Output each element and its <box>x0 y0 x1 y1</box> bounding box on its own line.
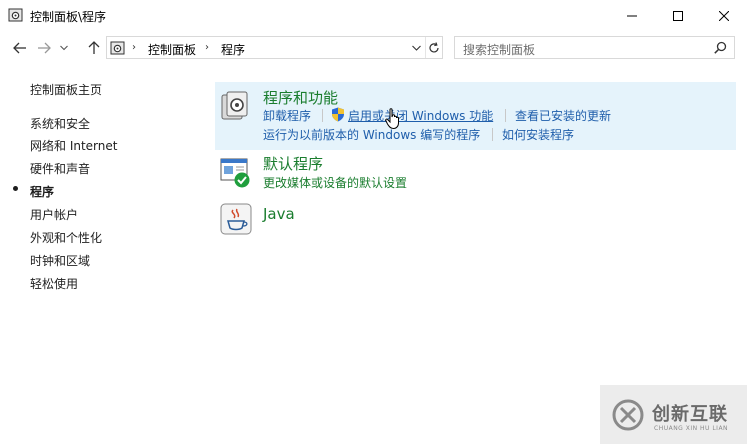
link-compatibility-program[interactable]: 运行为以前版本的 Windows 编写的程序 <box>263 126 480 143</box>
breadcrumb-separator-icon[interactable]: › <box>205 42 209 53</box>
brand-logo-icon <box>612 399 644 431</box>
control-panel-programs-icon <box>8 8 23 22</box>
sidebar-item-user-accounts[interactable]: 用户帐户 <box>30 206 78 223</box>
breadcrumb-control-panel[interactable]: 控制面板 <box>148 41 196 58</box>
back-button[interactable] <box>9 38 31 58</box>
sidebar-item-appearance[interactable]: 外观和个性化 <box>30 229 102 246</box>
maximize-icon <box>673 10 683 21</box>
link-change-media-defaults[interactable]: 更改媒体或设备的默认设置 <box>263 174 407 191</box>
recent-locations-button[interactable] <box>57 38 71 58</box>
control-panel-programs-icon <box>110 41 125 55</box>
sidebar-item-control-panel-home[interactable]: 控制面板主页 <box>30 81 102 98</box>
address-bar[interactable]: › 控制面板 › 程序 <box>106 36 443 59</box>
active-item-bullet <box>13 186 18 191</box>
sidebar-item-hardware-sound[interactable]: 硬件和声音 <box>30 160 90 177</box>
hand-cursor-icon <box>385 108 399 130</box>
breadcrumb-programs[interactable]: 程序 <box>221 41 245 58</box>
search-input[interactable]: 搜索控制面板 <box>463 41 535 58</box>
link-windows-features[interactable]: 启用或关闭 Windows 功能 <box>348 107 493 124</box>
category-programs-features[interactable]: 程序和功能 卸载程序 启用或关闭 Windows 功能 查看已安装的更新 运行为… <box>215 82 736 150</box>
sidebar-item-network-internet[interactable]: 网络和 Internet <box>30 137 117 154</box>
link-uninstall-program[interactable]: 卸载程序 <box>263 107 311 124</box>
maximize-button[interactable] <box>655 0 701 31</box>
category-title[interactable]: Java <box>263 205 295 223</box>
forward-button[interactable] <box>33 38 55 58</box>
minimize-button[interactable] <box>609 0 655 31</box>
link-how-to-install[interactable]: 如何安装程序 <box>502 126 574 143</box>
category-java[interactable]: Java <box>215 200 736 240</box>
minimize-icon <box>627 15 637 16</box>
programs-features-icon <box>221 91 248 120</box>
arrow-right-icon <box>38 42 51 54</box>
breadcrumb-separator-icon[interactable]: › <box>132 42 136 53</box>
category-title[interactable]: 默认程序 <box>263 153 323 174</box>
link-separator <box>322 109 323 122</box>
title-bar: 控制面板\程序 <box>0 0 747 31</box>
up-button[interactable] <box>83 38 105 58</box>
close-button[interactable] <box>701 0 747 31</box>
default-programs-icon <box>220 158 250 188</box>
arrow-left-icon <box>13 42 26 54</box>
window-title: 控制面板\程序 <box>30 10 107 24</box>
watermark-subtext: CHUANG XIN HU LIAN <box>654 425 729 432</box>
sidebar-item-ease-of-access[interactable]: 轻松使用 <box>30 275 78 292</box>
arrow-up-icon <box>88 41 100 54</box>
watermark: 创新互联 CHUANG XIN HU LIAN <box>600 385 747 444</box>
sidebar-item-system-security[interactable]: 系统和安全 <box>30 115 90 132</box>
java-icon <box>220 203 252 235</box>
close-icon <box>719 10 729 21</box>
search-box[interactable]: 搜索控制面板 <box>454 36 735 59</box>
refresh-icon <box>429 41 439 52</box>
watermark-text: 创新互联 <box>652 404 728 425</box>
category-title[interactable]: 程序和功能 <box>263 87 338 108</box>
uac-shield-icon <box>332 107 344 122</box>
sidebar: 控制面板主页 系统和安全 网络和 Internet 硬件和声音 程序 用户帐户 … <box>0 65 210 365</box>
link-separator <box>492 128 493 141</box>
link-view-installed-updates[interactable]: 查看已安装的更新 <box>515 107 611 124</box>
address-history-button[interactable] <box>409 37 423 58</box>
sidebar-item-programs[interactable]: 程序 <box>30 183 54 200</box>
sidebar-item-clock-region[interactable]: 时钟和区域 <box>30 252 90 269</box>
refresh-button[interactable] <box>425 37 442 58</box>
category-default-programs[interactable]: 默认程序 更改媒体或设备的默认设置 <box>215 151 736 193</box>
search-icon[interactable] <box>714 41 727 54</box>
link-separator <box>505 109 506 122</box>
chevron-down-icon <box>411 45 421 51</box>
chevron-down-icon <box>60 45 68 51</box>
